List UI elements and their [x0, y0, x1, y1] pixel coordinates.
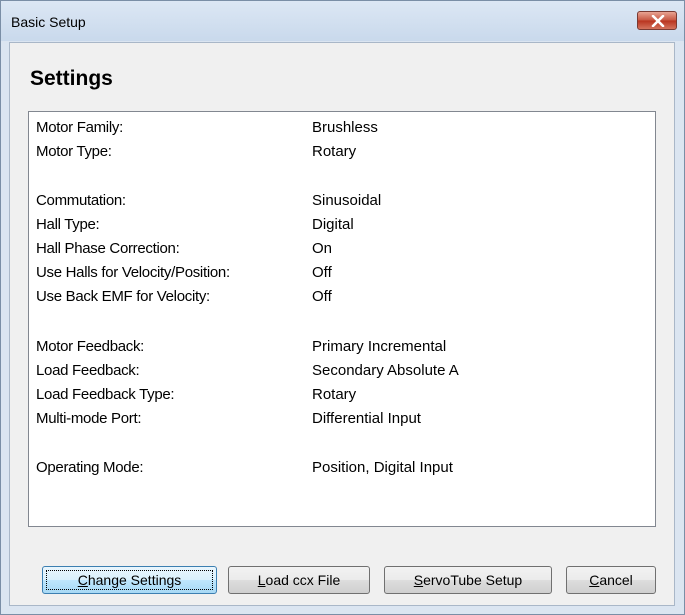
setting-label: Motor Family:	[36, 119, 123, 136]
setting-value: Secondary Absolute A	[312, 362, 459, 379]
setting-value: On	[312, 240, 333, 257]
setting-label: Load Feedback Type:	[36, 386, 175, 403]
setting-label: Operating Mode:	[36, 459, 144, 476]
setting-value: Differential Input	[312, 410, 421, 427]
setting-value: Off	[312, 288, 332, 305]
settings-heading: Settings	[30, 67, 113, 90]
button-label-rest: oad ccx File	[265, 572, 341, 588]
setting-value: Primary Incremental	[312, 338, 447, 355]
dialog-client-area: Settings Motor Family: Brushless Motor T…	[9, 42, 675, 606]
focus-rectangle	[46, 570, 213, 590]
window-title: Basic Setup	[11, 14, 86, 30]
setting-label: Commutation:	[36, 192, 126, 209]
setting-value: Sinusoidal	[312, 192, 382, 209]
setting-label: Multi-mode Port:	[36, 410, 142, 427]
servotube-setup-button[interactable]: ServoTube Setup	[384, 566, 552, 594]
basic-setup-dialog: Basic Setup Settings Motor Family: Brush…	[0, 0, 685, 615]
setting-label: Use Halls for Velocity/Position:	[36, 264, 230, 281]
mnemonic-letter: L	[257, 572, 266, 588]
button-label-rest: ervoTube Setup	[423, 572, 523, 588]
close-icon	[651, 15, 665, 27]
mnemonic-letter: C	[589, 572, 600, 588]
setting-label: Hall Type:	[36, 216, 100, 233]
setting-label: Load Feedback:	[36, 362, 140, 379]
cancel-button[interactable]: Cancel	[566, 566, 656, 594]
settings-summary-panel: Motor Family: Brushless Motor Type: Rota…	[28, 111, 656, 527]
button-label-rest: ancel	[599, 572, 633, 588]
setting-value: Brushless	[312, 119, 378, 136]
mnemonic-letter: S	[413, 572, 424, 588]
setting-value: Position, Digital Input	[312, 459, 453, 476]
close-button[interactable]	[637, 11, 677, 30]
setting-label: Motor Feedback:	[36, 338, 145, 355]
load-ccx-file-button[interactable]: Load ccx File	[228, 566, 370, 594]
title-bar[interactable]: Basic Setup	[1, 1, 684, 41]
setting-label: Motor Type:	[36, 143, 112, 160]
setting-value: Off	[312, 264, 332, 281]
change-settings-button[interactable]: Change Settings	[42, 566, 217, 594]
setting-value: Digital	[312, 216, 354, 233]
setting-value: Rotary	[312, 386, 357, 403]
setting-value: Rotary	[312, 143, 357, 160]
setting-label: Hall Phase Correction:	[36, 240, 180, 257]
setting-label: Use Back EMF for Velocity:	[36, 288, 210, 305]
